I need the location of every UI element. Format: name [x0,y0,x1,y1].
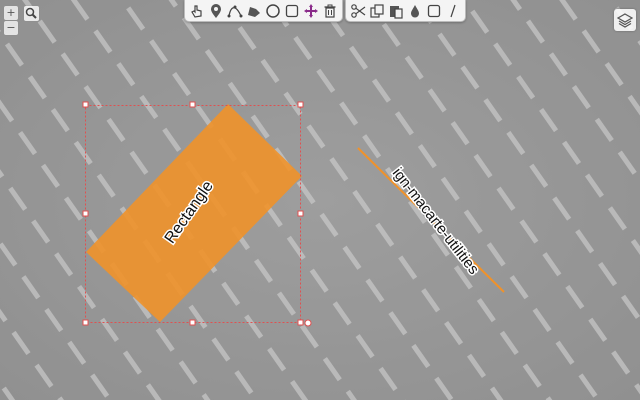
resize-handle[interactable] [297,319,304,326]
rectangle-button[interactable] [284,3,300,19]
paste-icon [390,5,403,19]
copy-icon [370,3,384,18]
line-style-icon [450,4,456,17]
frame-button[interactable] [426,3,442,19]
resize-handle[interactable] [189,101,196,108]
rotate-handle[interactable] [304,319,312,327]
polyline-button[interactable] [227,3,243,19]
polygon-button[interactable] [246,3,262,19]
frame-icon [427,4,441,17]
marker-icon [211,3,221,18]
select-button[interactable] [189,3,205,19]
resize-handle[interactable] [82,319,89,326]
zoom-out-button[interactable]: − [4,21,18,35]
circle-icon [266,3,280,18]
move-icon [304,3,318,18]
layers-button[interactable] [614,9,636,31]
delete-button[interactable] [322,3,338,19]
select-icon [191,4,202,18]
layers-icon [617,13,633,28]
zoom-control: + − [4,6,18,35]
zoom-in-button[interactable]: + [4,6,18,20]
marker-button[interactable] [208,3,224,19]
resize-handle[interactable] [297,101,304,108]
rectangle-icon [285,4,299,17]
resize-handle[interactable] [189,319,196,326]
color-button[interactable] [407,3,423,19]
drawing-toolbar [184,0,466,22]
drawing-tools-group [184,0,343,22]
cut-icon [351,3,366,18]
line-style-button[interactable] [445,3,461,19]
circle-button[interactable] [265,3,281,19]
edit-tools-group [345,0,466,22]
polygon-icon [248,6,260,17]
paste-button[interactable] [388,3,404,19]
move-button[interactable] [303,3,319,19]
color-icon [411,4,419,17]
search-button[interactable] [24,6,39,21]
polyline-icon [227,5,243,17]
resize-handle[interactable] [297,210,304,217]
cut-button[interactable] [350,3,366,19]
aerial-imagery [0,0,640,400]
resize-handle[interactable] [82,210,89,217]
map-view[interactable]: Rectangle ign-macarte-utilities [0,0,640,400]
resize-handle[interactable] [82,101,89,108]
delete-icon [324,4,336,18]
search-icon [25,7,37,19]
copy-button[interactable] [369,3,385,19]
